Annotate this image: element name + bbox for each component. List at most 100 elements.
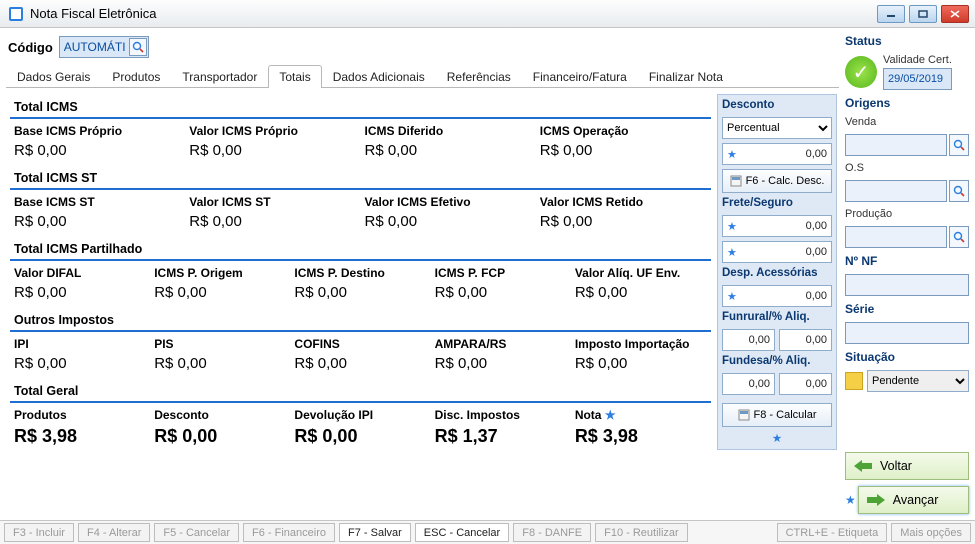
value-cell: R$ 0,00 (536, 213, 711, 230)
tab-dados-gerais[interactable]: Dados Gerais (6, 65, 101, 88)
section-total-geral: Total Geral (10, 378, 711, 403)
value-cell: R$ 0,00 (10, 142, 185, 159)
frete-heading: Frete/Seguro (722, 197, 832, 211)
col-header: Devolução IPI (290, 408, 430, 422)
desconto-type-select[interactable]: Percentual (722, 117, 832, 139)
value-cell: R$ 0,00 (361, 142, 536, 159)
bottom-button[interactable]: F7 - Salvar (339, 523, 411, 542)
col-header: AMPARA/RS (431, 337, 571, 351)
value-cell: R$ 1,37 (431, 426, 571, 447)
situacao-select[interactable]: Pendente (867, 370, 969, 392)
tab-dados-adicionais[interactable]: Dados Adicionais (322, 65, 436, 88)
minimize-button[interactable] (877, 5, 905, 23)
tab-produtos[interactable]: Produtos (101, 65, 171, 88)
nf-input[interactable] (845, 274, 969, 296)
desconto-value-input[interactable]: ★0,00 (722, 143, 832, 165)
close-button[interactable] (941, 5, 969, 23)
value-cell: R$ 0,00 (185, 213, 360, 230)
col-header: ICMS P. Destino (290, 266, 430, 280)
section-total-icms-st: Total ICMS ST (10, 165, 711, 190)
seguro-input[interactable]: ★0,00 (722, 241, 832, 263)
bottom-button[interactable]: ESC - Cancelar (415, 523, 509, 542)
value-cell: R$ 0,00 (150, 426, 290, 447)
col-header: Base ICMS Próprio (10, 124, 185, 138)
avancar-button[interactable]: Avançar (858, 486, 969, 514)
search-icon (953, 231, 965, 243)
app-icon (8, 6, 24, 22)
col-header: COFINS (290, 337, 430, 351)
col-header: Nota ★ (571, 408, 711, 422)
fundesa-aliq-input[interactable]: 0,00 (779, 373, 832, 395)
col-header: ICMS Diferido (361, 124, 536, 138)
origem-os-input[interactable] (845, 180, 947, 202)
maximize-button[interactable] (909, 5, 937, 23)
calc-button[interactable]: F8 - Calcular (722, 403, 832, 427)
search-icon (953, 185, 965, 197)
star-icon: ★ (722, 431, 832, 445)
titlebar: Nota Fiscal Eletrônica (0, 0, 975, 28)
frete-input[interactable]: ★0,00 (722, 215, 832, 237)
value-cell: R$ 0,00 (10, 355, 150, 372)
tab-totais[interactable]: Totais (268, 65, 321, 88)
tabs: Dados GeraisProdutosTransportadorTotaisD… (6, 64, 839, 88)
serie-input[interactable] (845, 322, 969, 344)
tab-refer-ncias[interactable]: Referências (436, 65, 522, 88)
tab-financeiro-fatura[interactable]: Financeiro/Fatura (522, 65, 638, 88)
calc-icon (730, 175, 742, 187)
col-header: Valor ICMS Retido (536, 195, 711, 209)
value-cell: R$ 0,00 (290, 355, 430, 372)
side-panel: Desconto Percentual ★0,00 F6 - Calc. Des… (717, 94, 837, 450)
col-header: Imposto Importação (571, 337, 711, 351)
star-icon: ★ (727, 220, 737, 233)
tab-transportador[interactable]: Transportador (171, 65, 268, 88)
star-icon: ★ (727, 290, 737, 303)
tab-finalizar-nota[interactable]: Finalizar Nota (638, 65, 734, 88)
bottom-button: F3 - Incluir (4, 523, 74, 542)
situacao-indicator-icon (845, 372, 863, 390)
origem-producao-input[interactable] (845, 226, 947, 248)
validade-date: 29/05/2019 (883, 68, 952, 90)
star-icon: ★ (727, 148, 737, 161)
validade-label: Validade Cert. (883, 54, 952, 66)
arrow-right-icon (867, 494, 885, 506)
fundesa-value-input[interactable]: 0,00 (722, 373, 775, 395)
funrural-heading: Funrural/% Aliq. (722, 311, 832, 325)
calc-icon (738, 409, 750, 421)
value-cell: R$ 3,98 (571, 426, 711, 447)
value-cell: R$ 0,00 (290, 426, 430, 447)
value-cell: R$ 3,98 (10, 426, 150, 447)
despesas-heading: Desp. Acessórias (722, 267, 832, 281)
funrural-aliq-input[interactable]: 0,00 (779, 329, 832, 351)
col-header: Valor ICMS Efetivo (361, 195, 536, 209)
col-header: PIS (150, 337, 290, 351)
calc-desconto-button[interactable]: F6 - Calc. Desc. (722, 169, 832, 193)
col-header: Produtos (10, 408, 150, 422)
codigo-label: Código (8, 40, 53, 55)
col-header: Valor DIFAL (10, 266, 150, 280)
serie-heading: Série (845, 302, 969, 316)
voltar-button[interactable]: Voltar (845, 452, 969, 480)
col-header: Valor ICMS Próprio (185, 124, 360, 138)
value-cell: R$ 0,00 (431, 284, 571, 301)
origem-os-search-button[interactable] (949, 180, 969, 202)
value-cell: R$ 0,00 (571, 355, 711, 372)
origem-venda-search-button[interactable] (949, 134, 969, 156)
bottom-button: Mais opções (891, 523, 971, 542)
origem-producao-label: Produção (845, 208, 969, 220)
fundesa-heading: Fundesa/% Aliq. (722, 355, 832, 369)
totals-panel: Total ICMS Base ICMS PróprioValor ICMS P… (6, 88, 715, 456)
col-header: Valor ICMS ST (185, 195, 360, 209)
star-icon: ★ (727, 246, 737, 259)
origens-heading: Origens (845, 96, 969, 110)
origem-producao-search-button[interactable] (949, 226, 969, 248)
check-icon: ✓ (845, 56, 877, 88)
codigo-search-button[interactable] (129, 38, 147, 56)
funrural-value-input[interactable]: 0,00 (722, 329, 775, 351)
origem-venda-input[interactable] (845, 134, 947, 156)
value-cell: R$ 0,00 (10, 284, 150, 301)
bottom-button: F6 - Financeiro (243, 523, 335, 542)
despesas-input[interactable]: ★0,00 (722, 285, 832, 307)
section-icms-partilhado: Total ICMS Partilhado (10, 236, 711, 261)
value-cell: R$ 0,00 (361, 213, 536, 230)
origem-venda-label: Venda (845, 116, 969, 128)
